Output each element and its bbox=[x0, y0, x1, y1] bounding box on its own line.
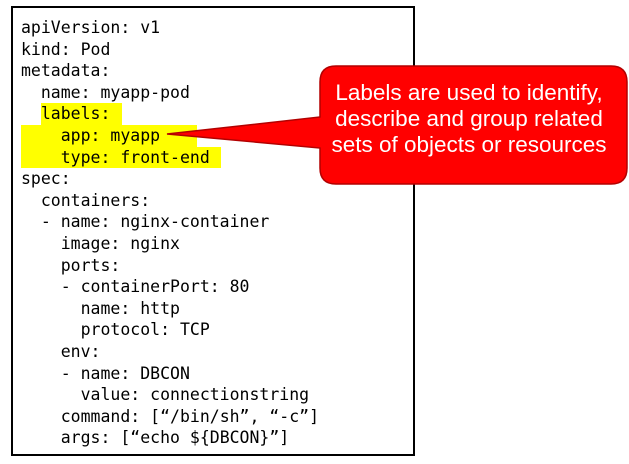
highlight-labels: labels: bbox=[40, 103, 122, 125]
yaml-code-box: apiVersion: v1 kind: Pod metadata: name:… bbox=[11, 6, 415, 456]
code-line: name: http bbox=[80, 298, 180, 318]
code-line: - name: nginx-container bbox=[40, 212, 270, 232]
code-line: - containerPort: 80 bbox=[60, 277, 250, 297]
code-line: - name: DBCON bbox=[60, 363, 190, 383]
code-line: metadata: bbox=[21, 61, 111, 81]
code-line: env: bbox=[60, 341, 101, 361]
highlight-type: type: front-end bbox=[21, 146, 221, 169]
code-line: command: [“/bin/sh”, “-c”] bbox=[60, 406, 320, 426]
callout-text: Labels are used to identify, describe an… bbox=[312, 80, 626, 158]
code-line-highlighted: labels: bbox=[21, 103, 319, 125]
code-line: spec: bbox=[21, 169, 71, 189]
callout-line: describe and group related bbox=[335, 106, 603, 131]
code-line: protocol: TCP bbox=[80, 320, 210, 340]
code-line: image: nginx bbox=[60, 233, 180, 253]
code-line: containers: bbox=[40, 190, 151, 210]
code-line-highlighted: app: myapp bbox=[21, 124, 319, 147]
code-line: value: connectionstring bbox=[80, 385, 310, 405]
code-line: args: [“echo ${DBCON}”] bbox=[60, 428, 290, 448]
code-line: name: myapp-pod bbox=[40, 82, 190, 102]
callout-line: Labels are used to identify, bbox=[335, 80, 603, 105]
yaml-code: apiVersion: v1 kind: Pod metadata: name:… bbox=[21, 17, 319, 449]
code-line: kind: Pod bbox=[21, 39, 111, 59]
code-line: ports: bbox=[60, 255, 121, 275]
code-line-highlighted: type: front-end bbox=[21, 146, 319, 169]
code-line: apiVersion: v1 bbox=[21, 18, 161, 37]
highlight-app: app: myapp bbox=[21, 124, 197, 147]
callout-line: sets of objects or resources bbox=[331, 132, 607, 157]
